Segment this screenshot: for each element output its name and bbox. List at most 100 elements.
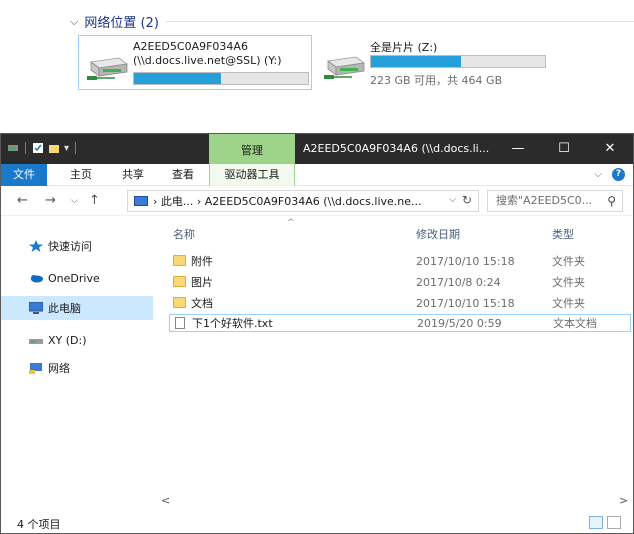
nav-item-label: OneDrive — [48, 271, 100, 285]
toolbar-separator — [75, 142, 77, 154]
cloud-icon — [31, 275, 43, 283]
network-group-header[interactable]: ⌵ 网络位置 (2) — [70, 12, 634, 31]
properties-icon[interactable] — [32, 142, 44, 154]
network-locations-group: ⌵ 网络位置 (2) A2EED5C0A9F034A6 (\\d.docs.li… — [0, 0, 634, 110]
context-tab-manage[interactable]: 管理 — [209, 134, 295, 164]
file-row[interactable]: 文档 2017/10/10 15:18 文件夹 — [169, 294, 631, 312]
refresh-icon[interactable]: ↻ — [462, 193, 472, 207]
network-drive-y-tile[interactable]: A2EED5C0A9F034A6 (\\d.docs.live.net@SSL)… — [78, 35, 312, 90]
text-file-icon — [175, 317, 185, 329]
toolbar-separator — [25, 142, 26, 154]
drive-name: 全是片片 (Z:) — [370, 41, 438, 54]
network-icon — [29, 363, 42, 374]
new-folder-icon[interactable] — [48, 142, 60, 154]
tab-share[interactable]: 共享 — [107, 164, 159, 186]
nav-item-label: 网络 — [48, 362, 70, 375]
file-name: 图片 — [191, 276, 213, 289]
file-date: 2017/10/8 0:24 — [416, 275, 501, 289]
quick-access-toolbar: ▾ — [7, 142, 78, 154]
network-group-title: 网络位置 (2) — [84, 16, 159, 31]
file-date: 2017/10/10 15:18 — [416, 296, 515, 310]
nav-item-drive-d[interactable]: XY (D:) — [1, 328, 153, 352]
nav-item-network[interactable]: 网络 — [1, 356, 153, 380]
navigation-pane: 快速访问 OneDrive 此电脑 XY (D:) 网络 — [1, 216, 153, 506]
scroll-right-button[interactable]: > — [619, 494, 628, 507]
large-icons-view-button[interactable] — [607, 516, 621, 529]
nav-item-onedrive[interactable]: OneDrive — [1, 266, 153, 290]
drive-free-space: 223 GB 可用，共 464 GB — [370, 74, 503, 87]
drive-icon — [29, 339, 43, 344]
recent-locations-button[interactable]: ⌵ — [71, 196, 78, 206]
file-row[interactable]: 图片 2017/10/8 0:24 文件夹 — [169, 273, 631, 291]
network-drive-icon — [324, 56, 366, 79]
details-view-button[interactable] — [589, 516, 603, 529]
network-drive-z-tile[interactable]: 全是片片 (Z:) 223 GB 可用，共 464 GB — [316, 35, 556, 90]
item-count: 4 个项目 — [17, 518, 61, 531]
nav-item-this-pc[interactable]: 此电脑 — [1, 296, 153, 320]
file-type: 文件夹 — [552, 276, 585, 289]
tab-file[interactable]: 文件 — [1, 164, 47, 186]
drive-usage-bar — [133, 72, 309, 85]
column-header-date[interactable]: 修改日期 — [416, 226, 460, 242]
drive-usage-bar — [370, 55, 546, 68]
help-icon[interactable]: ? — [612, 168, 625, 181]
nav-item-label: 此电脑 — [48, 302, 81, 315]
file-name: 文档 — [191, 297, 213, 310]
file-row[interactable]: 下1个好软件.txt 2019/5/20 0:59 文本文档 — [169, 314, 631, 332]
file-date: 2017/10/10 15:18 — [416, 254, 515, 268]
sort-indicator-icon: ^ — [287, 218, 295, 228]
drive-name: A2EED5C0A9F034A6 — [133, 40, 248, 53]
group-divider — [166, 21, 634, 22]
forward-button[interactable]: → — [45, 193, 56, 208]
nav-item-label: 快速访问 — [48, 240, 92, 253]
tab-home[interactable]: 主页 — [55, 164, 107, 186]
chevron-down-icon[interactable]: ⌵ — [70, 15, 78, 29]
ribbon-controls: ⌵ ? — [594, 168, 625, 181]
drive-usage-fill — [134, 73, 221, 84]
title-bar[interactable]: ▾ 管理 A2EED5C0A9F034A6 (\\d.docs.li... — … — [1, 134, 633, 164]
address-row: ← → ⌵ ↑ › 此电... › A2EED5C0A9F034A6 (\\d.… — [1, 186, 633, 216]
file-row[interactable]: 附件 2017/10/10 15:18 文件夹 — [169, 252, 631, 270]
close-button[interactable]: ✕ — [587, 134, 633, 164]
file-type: 文件夹 — [552, 255, 585, 268]
file-list: ^ 名称 修改日期 类型 附件 2017/10/10 15:18 文件夹 图片 … — [153, 216, 633, 496]
window-title: A2EED5C0A9F034A6 (\\d.docs.li... — [303, 142, 490, 155]
address-dropdown-icon[interactable]: ⌵ — [449, 195, 456, 205]
back-button[interactable]: ← — [17, 193, 28, 208]
nav-item-label: XY (D:) — [48, 333, 87, 347]
search-box[interactable]: 搜索"A2EED5C0... ⚲ — [487, 190, 623, 212]
folder-icon — [173, 276, 186, 287]
scroll-left-button[interactable]: < — [161, 494, 170, 507]
horizontal-scrollbar[interactable]: < > — [153, 494, 633, 510]
file-type: 文本文档 — [553, 317, 597, 330]
computer-icon — [134, 196, 148, 206]
network-drive-icon — [87, 57, 129, 80]
customize-toolbar-icon[interactable]: ▾ — [64, 143, 69, 154]
drive-icon — [8, 145, 18, 151]
file-name: 附件 — [191, 255, 213, 268]
ribbon-tab-bar: 文件 主页 共享 查看 驱动器工具 ⌵ ? — [1, 164, 633, 186]
column-header-name[interactable]: 名称 — [173, 226, 195, 242]
search-icon: ⚲ — [607, 194, 616, 208]
address-bar[interactable]: › 此电... › A2EED5C0A9F034A6 (\\d.docs.liv… — [127, 190, 479, 212]
minimize-button[interactable]: — — [495, 134, 541, 164]
expand-ribbon-icon[interactable]: ⌵ — [594, 169, 602, 180]
file-date: 2019/5/20 0:59 — [417, 316, 502, 330]
drive-usage-fill — [371, 56, 462, 67]
folder-icon — [173, 255, 186, 266]
file-type: 文件夹 — [552, 297, 585, 310]
column-header-type[interactable]: 类型 — [552, 226, 574, 242]
nav-item-quick-access[interactable]: 快速访问 — [1, 234, 153, 258]
folder-icon — [173, 297, 186, 308]
star-icon — [29, 240, 43, 252]
maximize-button[interactable]: ☐ — [541, 134, 587, 164]
computer-icon — [29, 302, 43, 314]
up-button[interactable]: ↑ — [89, 193, 100, 208]
search-placeholder: 搜索"A2EED5C0... — [496, 194, 593, 207]
address-path: › 此电... › A2EED5C0A9F034A6 (\\d.docs.liv… — [153, 195, 422, 208]
status-bar: 4 个项目 — [1, 512, 633, 534]
file-explorer-window: ▾ 管理 A2EED5C0A9F034A6 (\\d.docs.li... — … — [0, 133, 634, 534]
tab-view[interactable]: 查看 — [159, 164, 207, 186]
drive-path: (\\d.docs.live.net@SSL) (Y:) — [133, 54, 282, 67]
tab-drive-tools[interactable]: 驱动器工具 — [209, 164, 295, 186]
